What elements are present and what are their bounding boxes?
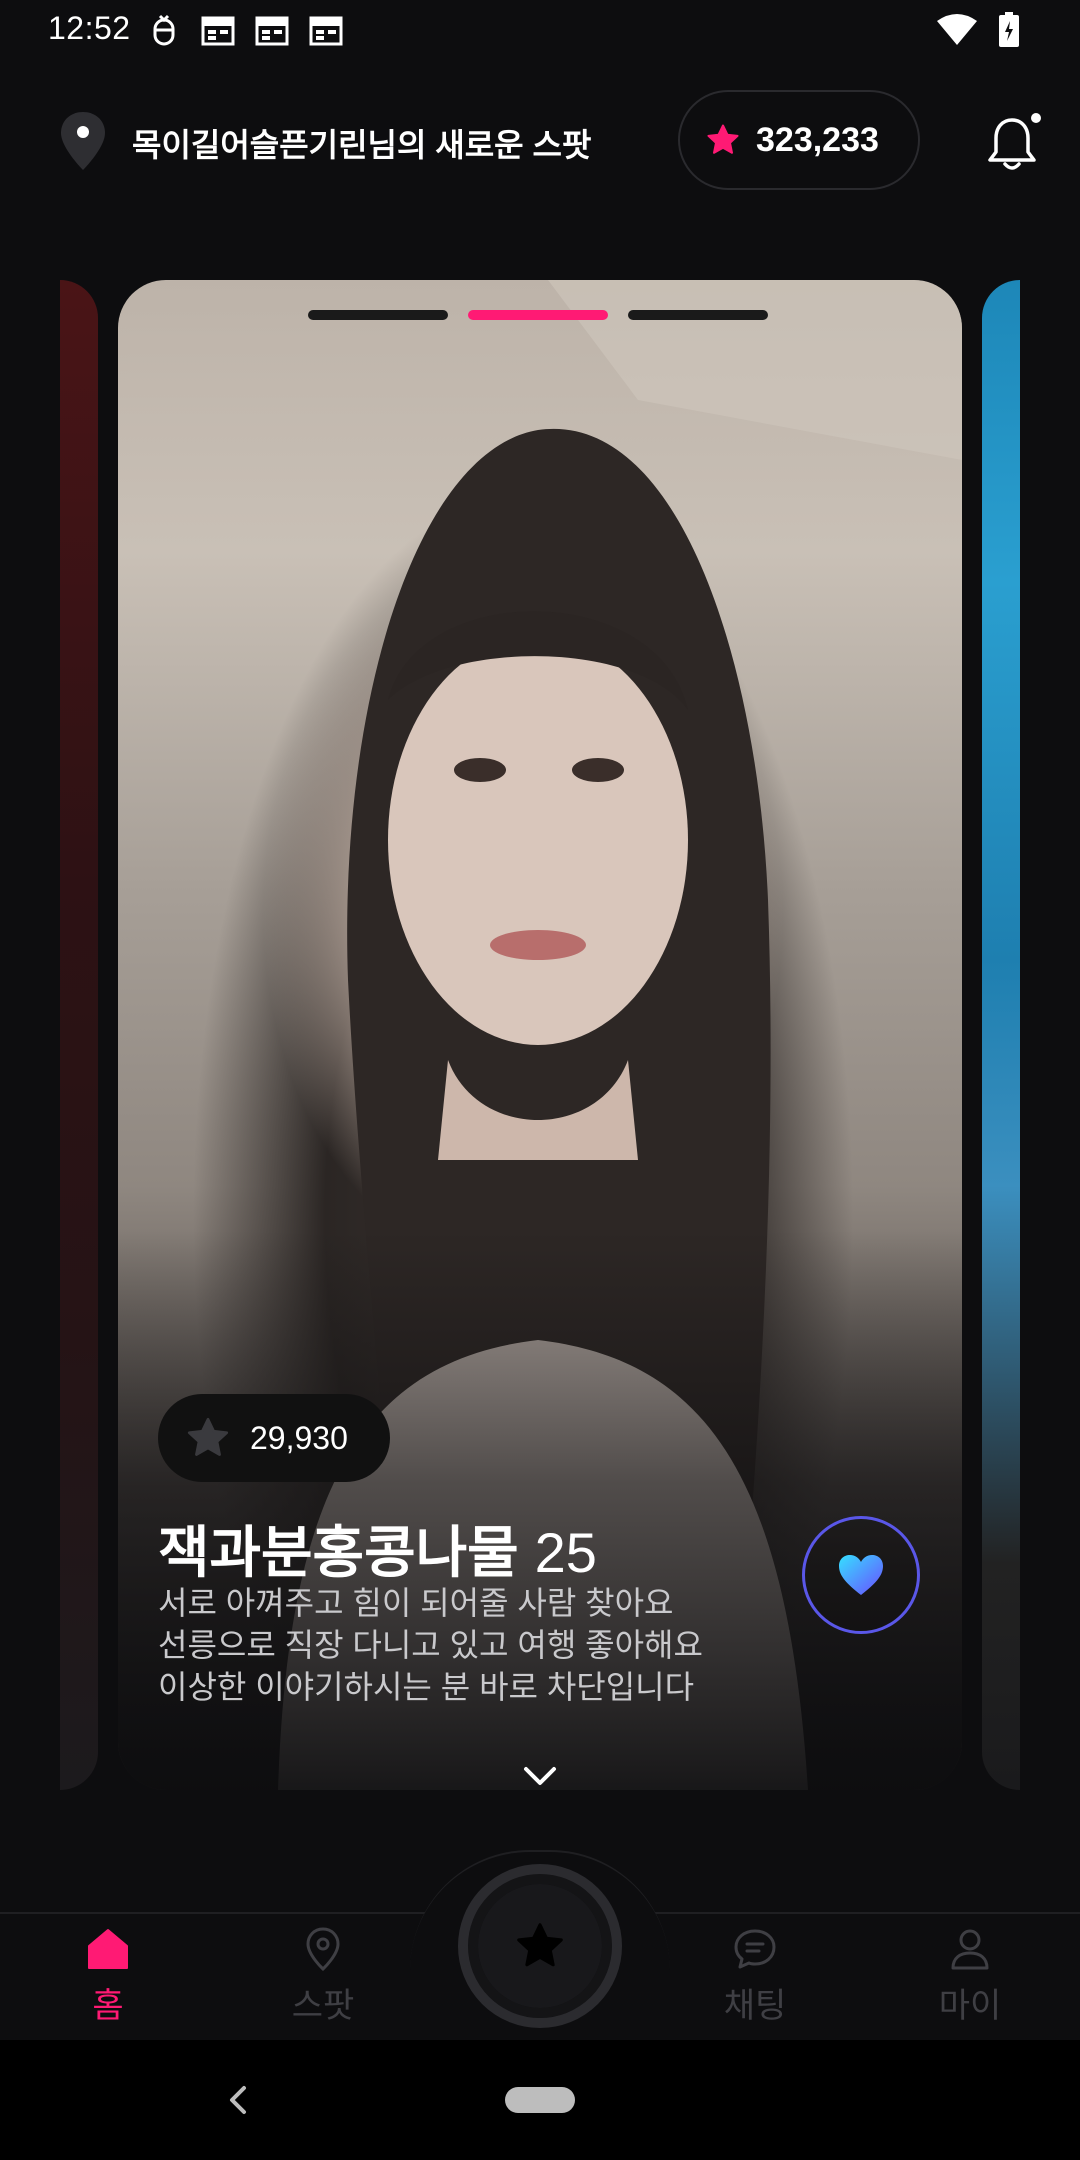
star-center-inner [478, 1884, 602, 2008]
notification-bell-icon[interactable] [984, 108, 1044, 174]
heart-icon [839, 1555, 883, 1595]
nav-item-my[interactable]: 마이 [910, 1926, 1030, 2027]
profile-bio: 서로 아껴주고 힘이 되어줄 사람 찾아요 선릉으로 직장 다니고 있고 여행 … [158, 1582, 758, 1708]
profile-age: 25 [534, 1521, 597, 1584]
chat-icon [734, 1929, 776, 1969]
nav-label: 스팟 [291, 1987, 355, 2025]
nav-label: 홈 [92, 1987, 124, 2025]
header: 목이길어슬픈기린님의 새로운 스팟 323,233 [0, 90, 1080, 190]
spot-title[interactable]: 목이길어슬픈기린님의 새로운 스팟 [132, 120, 591, 166]
bio-line: 이상한 이야기하시는 분 바로 차단입니다 [158, 1669, 695, 1705]
bio-line: 서로 아껴주고 힘이 되어줄 사람 찾아요 [158, 1585, 674, 1621]
points-value: 323,233 [756, 120, 879, 159]
calendar-notification-icon [309, 16, 343, 46]
bio-line: 선릉으로 직장 다니고 있고 여행 좋아해요 [158, 1627, 703, 1663]
system-status [936, 12, 1020, 48]
location-pin-icon[interactable] [58, 110, 108, 172]
nav-label: 채팅 [723, 1987, 787, 2025]
calendar-notification-icon [201, 16, 235, 46]
photo-progress-segment [468, 310, 608, 320]
person-icon [951, 1929, 989, 1970]
nav-item-chat[interactable]: 채팅 [695, 1926, 815, 2027]
home-gesture-pill[interactable] [505, 2087, 575, 2113]
status-bar: 12:52 [0, 0, 1080, 62]
star-center-button[interactable] [458, 1864, 622, 2028]
star-icon [707, 124, 739, 154]
wifi-icon [937, 14, 977, 45]
photo-progress-segment [628, 310, 768, 320]
nav-item-home[interactable]: 홈 [48, 1926, 168, 2027]
previous-profile-card[interactable] [60, 280, 98, 1790]
profile-card[interactable]: 29,930 잭과분홍콩나물 25 서로 아껴주고 힘이 되어줄 사람 찾아요 … [118, 280, 962, 1790]
points-button[interactable]: 323,233 [678, 90, 920, 190]
nav-item-spot[interactable]: 스팟 [263, 1926, 383, 2027]
location-pin-icon [306, 1927, 340, 1972]
battery-icon [999, 12, 1019, 47]
star-icon [187, 1417, 229, 1456]
home-icon [88, 1929, 128, 1969]
profile-name: 잭과분홍콩나물 [158, 1521, 519, 1584]
likes-count: 29,930 [250, 1419, 348, 1456]
app-notification-icon [153, 14, 175, 46]
nav-label: 마이 [938, 1987, 1002, 2025]
likes-badge: 29,930 [158, 1394, 390, 1482]
profile-name-row: 잭과분홍콩나물 25 [158, 1508, 597, 1589]
notification-icons [146, 14, 344, 48]
photo-progress [308, 310, 768, 320]
back-icon[interactable] [226, 2084, 250, 2116]
like-button[interactable] [802, 1516, 920, 1634]
star-icon [517, 1923, 563, 1967]
calendar-notification-icon [255, 16, 289, 46]
status-time: 12:52 [48, 10, 131, 46]
next-profile-card[interactable] [982, 280, 1020, 1790]
chevron-down-icon[interactable] [522, 1764, 558, 1788]
photo-progress-segment [308, 310, 448, 320]
